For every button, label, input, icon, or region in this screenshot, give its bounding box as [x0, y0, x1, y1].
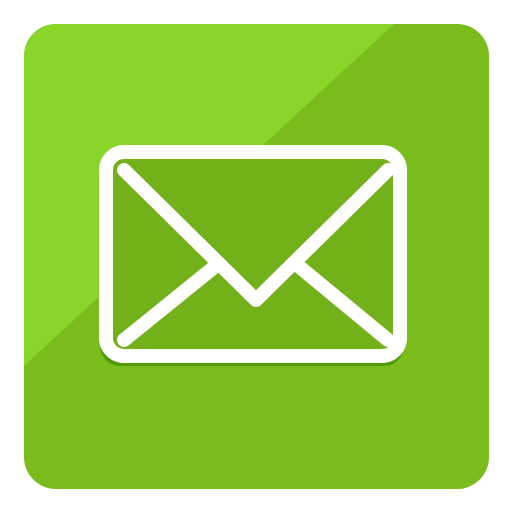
mail-app-icon[interactable]: [24, 24, 489, 489]
mail-icon: [24, 24, 489, 489]
